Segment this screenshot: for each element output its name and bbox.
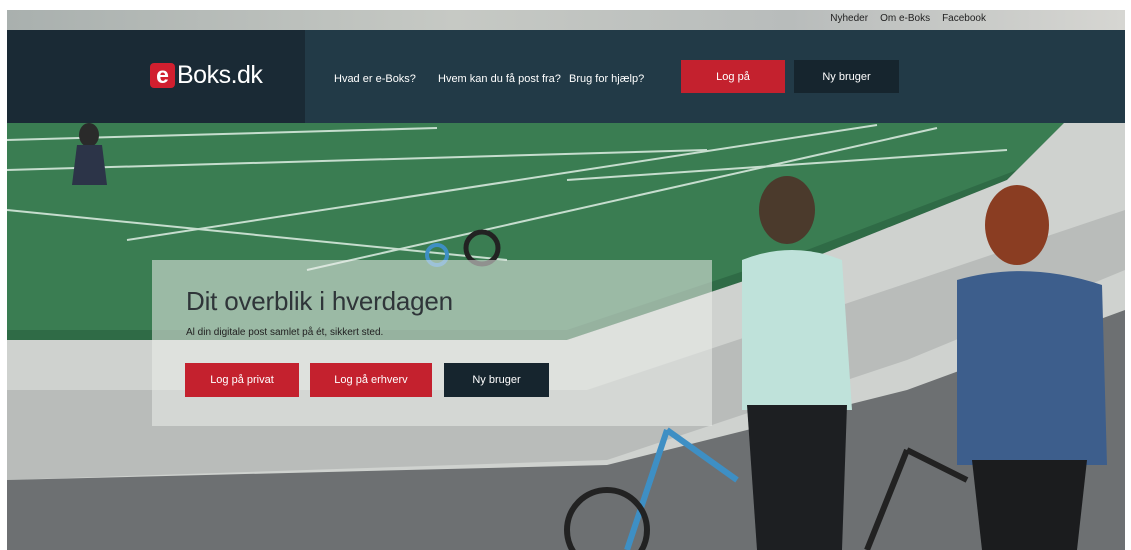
page-frame: Nyheder Om e-Boks Facebook e Boks.dk Hva… (7, 10, 1125, 550)
nav-link-hvem-kan-du-faa-post-fra[interactable]: Hvem kan du få post fra? (438, 73, 561, 85)
logo-text: Boks.dk (177, 61, 263, 89)
utility-nav: Nyheder Om e-Boks Facebook (830, 13, 986, 24)
hero-card: Dit overblik i hverdagen Al din digitale… (152, 260, 712, 426)
new-user-button[interactable]: Ny bruger (794, 60, 899, 93)
nav-link-brug-for-hjaelp[interactable]: Brug for hjælp? (569, 73, 644, 85)
hero-subtitle: Al din digitale post samlet på ét, sikke… (186, 327, 384, 338)
utility-link-nyheder[interactable]: Nyheder (830, 13, 868, 24)
eboks-logo[interactable]: e Boks.dk (150, 61, 263, 90)
hero-new-user-button[interactable]: Ny bruger (444, 363, 549, 397)
main-nav: Hvad er e-Boks? Hvem kan du få post fra?… (305, 30, 1125, 123)
login-business-button[interactable]: Log på erhverv (310, 363, 432, 397)
nav-link-hvad-er-eboks[interactable]: Hvad er e-Boks? (334, 73, 416, 85)
utility-link-om-eboks[interactable]: Om e-Boks (880, 13, 930, 24)
hero-title: Dit overblik i hverdagen (186, 286, 453, 316)
utility-bar: Nyheder Om e-Boks Facebook (7, 10, 1125, 30)
login-button[interactable]: Log på (681, 60, 785, 93)
login-private-button[interactable]: Log på privat (185, 363, 299, 397)
logo-e-mark: e (150, 63, 175, 88)
logo-container: e Boks.dk (7, 30, 305, 123)
utility-link-facebook[interactable]: Facebook (942, 13, 986, 24)
